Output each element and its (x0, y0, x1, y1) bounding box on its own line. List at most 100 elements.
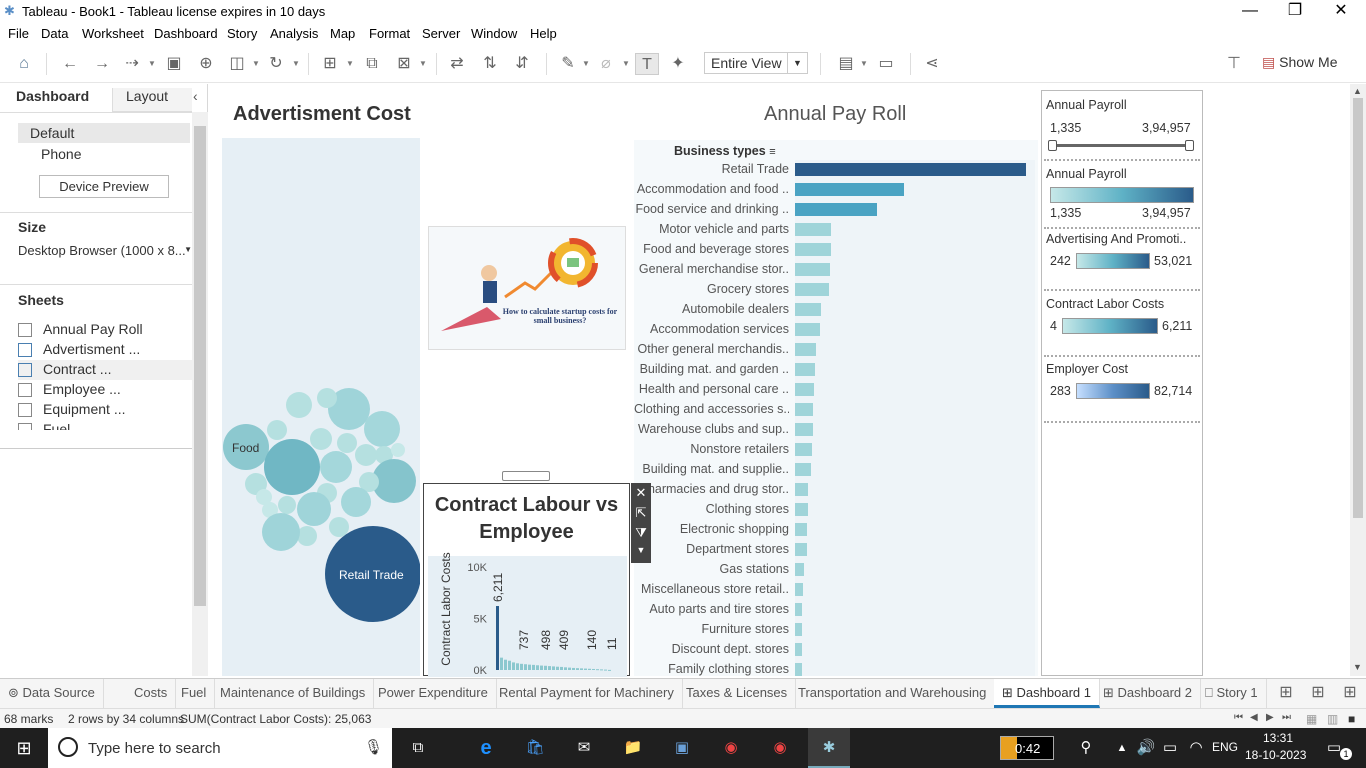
new-dashboard-tab-icon[interactable]: ⊞ (1306, 682, 1330, 704)
bar-label[interactable]: Pharmacies and drug stor.. (634, 482, 789, 496)
sheet-item-employee[interactable]: Employee ... (18, 380, 190, 400)
wifi-icon[interactable]: ◠ (1184, 736, 1208, 760)
clear-sheet-icon[interactable]: ⊠ (392, 53, 416, 75)
bubble[interactable] (364, 411, 400, 447)
bar-label[interactable]: Department stores (634, 542, 789, 556)
payroll-bar[interactable] (795, 403, 814, 416)
format-workbook-icon[interactable]: ⊤ (1222, 53, 1246, 75)
bubble-chart[interactable] (222, 380, 420, 625)
bubble[interactable] (355, 444, 377, 466)
share-icon[interactable]: ⋖ (920, 53, 944, 75)
contract-bar[interactable] (500, 657, 503, 670)
sheet-item-fuel[interactable]: Fuel (18, 420, 190, 430)
scroll-up-icon[interactable]: ▲ (1353, 86, 1362, 96)
battery-widget[interactable]: 0:42 (1000, 736, 1054, 760)
bar-label[interactable]: Health and personal care .. (634, 382, 789, 396)
fix-axes-icon[interactable]: ✦ (666, 53, 690, 75)
file-explorer-icon[interactable]: 📁 (621, 736, 645, 760)
bar-label[interactable]: General merchandise stor.. (634, 262, 789, 276)
float-drag-handle[interactable] (502, 471, 550, 481)
contract-bar[interactable] (520, 663, 523, 670)
mail-icon[interactable]: ✉ (572, 736, 596, 760)
color-legend-bar[interactable] (1076, 253, 1150, 269)
go-to-sheet-icon[interactable]: ⇱ (631, 505, 651, 521)
bar-label[interactable]: Building mat. and supplie.. (634, 462, 789, 476)
contract-bar[interactable] (528, 664, 531, 670)
tab-power[interactable]: Power Expenditure (370, 679, 497, 708)
edge-icon[interactable]: e (474, 736, 498, 760)
sheet-item-annual-pay-roll[interactable]: Annual Pay Roll (18, 320, 190, 340)
contract-bar[interactable] (512, 662, 515, 670)
tab-data-source[interactable]: ⊚ Data Source (0, 679, 104, 708)
chrome-icon[interactable]: ◉ (719, 736, 743, 760)
payroll-bar[interactable] (795, 643, 803, 656)
payroll-bar[interactable] (795, 623, 803, 636)
payroll-bar[interactable] (795, 243, 832, 256)
home-icon[interactable]: ⌂ (12, 53, 36, 75)
cards-dropdown-icon[interactable]: ▼ (860, 53, 868, 75)
contract-bar[interactable] (608, 669, 611, 671)
refresh-dropdown-icon[interactable]: ▼ (292, 53, 300, 75)
bubble[interactable] (297, 526, 317, 546)
payroll-bar[interactable] (795, 263, 830, 276)
photos-icon[interactable]: ▣ (670, 736, 694, 760)
contract-bar[interactable] (604, 669, 607, 671)
payroll-bar[interactable] (795, 423, 813, 436)
microphone-icon[interactable]: 🎙 (364, 738, 383, 756)
payroll-bar[interactable] (795, 483, 809, 496)
contract-bar[interactable] (544, 665, 547, 670)
bar-label[interactable]: Food service and drinking .. (634, 202, 789, 216)
contract-bar[interactable] (536, 665, 539, 670)
bar-label[interactable]: Family clothing stores (634, 662, 789, 676)
people-icon[interactable]: ⚲ (1074, 736, 1098, 760)
restore-button[interactable]: ❐ (1272, 0, 1318, 23)
new-worksheet-tab-icon[interactable]: ⊞ (1274, 682, 1298, 704)
next-page-icon[interactable]: ▶ (1266, 712, 1274, 723)
pause-updates-icon[interactable]: ◫ (225, 53, 249, 75)
bar-label[interactable]: Warehouse clubs and sup.. (634, 422, 789, 436)
sheet-item-contract[interactable]: Contract ... (18, 360, 192, 380)
tableau-taskbar-item[interactable]: ✱ (808, 728, 850, 768)
bar-label[interactable]: Miscellaneous store retail.. (634, 582, 789, 596)
contract-bar[interactable] (496, 606, 499, 670)
tab-layout[interactable]: Layout (112, 88, 192, 112)
left-pane-scrollbar[interactable] (192, 112, 208, 676)
bar-label[interactable]: Accommodation services (634, 322, 789, 336)
sheet-sorter-icon[interactable]: ▦ (1306, 712, 1317, 726)
payroll-bar[interactable] (795, 363, 815, 376)
tab-dashboard[interactable]: Dashboard (0, 88, 112, 112)
tab-story-1[interactable]: ⎕ Story 1 (1197, 679, 1267, 708)
bar-label[interactable]: Nonstore retailers (634, 442, 789, 456)
slider-handle-min[interactable] (1048, 140, 1057, 151)
store-icon[interactable]: 🛍 (523, 736, 547, 760)
bubble[interactable] (320, 451, 352, 483)
contract-labour-sheet[interactable]: Contract Labour vs Employee Contract Lab… (423, 483, 630, 677)
menu-story[interactable]: Story (227, 26, 257, 41)
tab-transportation[interactable]: Transportation and Warehousing (790, 679, 996, 708)
menu-file[interactable]: File (8, 26, 29, 41)
tab-rental[interactable]: Rental Payment for Machinery (491, 679, 683, 708)
bar-label[interactable]: Food and beverage stores (634, 242, 789, 256)
bar-label[interactable]: Electronic shopping (634, 522, 789, 536)
contract-bar[interactable] (580, 668, 583, 670)
sort-ascending-icon[interactable]: ⇅ (478, 53, 502, 75)
menu-data[interactable]: Data (41, 26, 68, 41)
highlight-icon[interactable]: ✎ (556, 53, 580, 75)
menu-analysis[interactable]: Analysis (270, 26, 318, 41)
contract-bar[interactable] (560, 666, 563, 670)
contract-bar[interactable] (516, 663, 519, 670)
bubble[interactable] (267, 420, 287, 440)
tab-taxes[interactable]: Taxes & Licenses (678, 679, 797, 708)
menu-window[interactable]: Window (471, 26, 517, 41)
bar-label[interactable]: Gas stations (634, 562, 789, 576)
bubble[interactable] (317, 388, 337, 408)
swap-rows-columns-icon[interactable]: ⇄ (445, 53, 469, 75)
add-data-source-icon[interactable]: ⊕ (194, 53, 218, 75)
bar-label[interactable]: Accommodation and food .. (634, 182, 789, 196)
show-mark-labels-icon[interactable]: T (635, 53, 659, 75)
new-worksheet-icon[interactable]: ⊞ (318, 53, 342, 75)
contract-bar[interactable] (592, 668, 595, 670)
more-options-icon[interactable]: ▼ (631, 545, 651, 555)
task-view-icon[interactable]: ⧉ (406, 736, 430, 760)
bar-label[interactable]: Clothing and accessories s.. (634, 402, 789, 416)
